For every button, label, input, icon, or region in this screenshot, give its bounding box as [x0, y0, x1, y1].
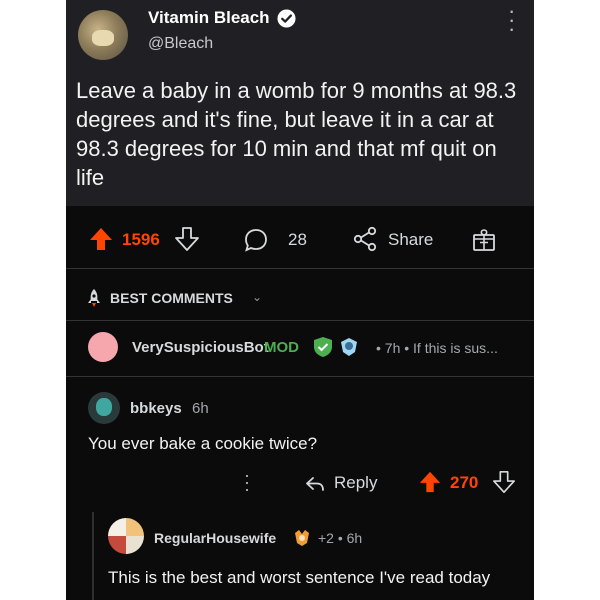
- comment-text: You ever bake a cookie twice?: [88, 434, 318, 453]
- upvote-arrow-icon[interactable]: [88, 226, 114, 252]
- post-vote-count: 1596: [122, 230, 160, 249]
- comment-author[interactable]: bbkeys: [130, 400, 182, 417]
- reply-button[interactable]: Reply: [334, 473, 377, 493]
- more-dots-icon[interactable]: · · ·: [508, 0, 516, 40]
- rocket-sort-icon: [88, 289, 100, 307]
- comment-meta: +2 • 6h: [318, 530, 363, 546]
- sort-label: BEST COMMENTS: [110, 290, 233, 306]
- thread-line[interactable]: [92, 512, 94, 600]
- award-badge-icon: [341, 338, 357, 356]
- comment-vote-count: 270: [450, 473, 479, 492]
- comment-count: 28: [288, 230, 307, 249]
- shield-icon: [314, 337, 332, 357]
- upvote-arrow-icon[interactable]: [418, 470, 442, 494]
- post-action-bar: 1596 28 Share: [66, 226, 534, 252]
- comment-text: This is the best and worst sentence I've…: [108, 568, 491, 587]
- award-gift-icon[interactable]: [471, 227, 497, 253]
- comment-author[interactable]: RegularHousewife: [154, 530, 276, 546]
- tweet-text: Leave a baby in a womb for 9 months at 9…: [76, 78, 517, 190]
- comment-time: 6h: [192, 400, 209, 417]
- mod-avatar: [88, 332, 118, 362]
- screenshot-frame: Vitamin Bleach @Bleach · · · Leave a baby …: [66, 0, 534, 600]
- downvote-arrow-icon[interactable]: [492, 470, 516, 494]
- tweet-author-name: Vitamin Bleach: [148, 8, 270, 27]
- tweet-handle: @Bleach: [148, 35, 214, 52]
- downvote-arrow-icon[interactable]: [174, 226, 200, 252]
- mod-comment-meta: • 7h • If this is sus...: [376, 340, 498, 356]
- share-label[interactable]: Share: [388, 230, 433, 250]
- flair-icon: [295, 530, 309, 546]
- verified-badge-icon: [277, 9, 296, 28]
- share-icon[interactable]: [352, 226, 378, 252]
- tweet-avatar: [78, 10, 128, 60]
- embedded-tweet: Vitamin Bleach @Bleach · · · Leave a baby …: [66, 0, 534, 206]
- mod-badge: MOD: [264, 339, 299, 356]
- more-dots-icon[interactable]: · · ·: [244, 466, 250, 498]
- reply-arrow-icon[interactable]: [304, 473, 326, 495]
- mod-comment-collapsed[interactable]: VerySuspiciousBot MOD • 7h • If this is …: [88, 330, 528, 364]
- comment-action-bar: · · · Reply 270: [66, 466, 534, 498]
- chevron-down-icon: ⌄: [252, 290, 263, 304]
- avatar[interactable]: [88, 392, 120, 424]
- divider: [66, 320, 534, 321]
- mod-author: VerySuspiciousBot: [132, 339, 269, 356]
- divider: [66, 268, 534, 269]
- divider: [66, 376, 534, 377]
- avatar[interactable]: [108, 518, 144, 554]
- comment-bubble-icon[interactable]: [243, 227, 269, 253]
